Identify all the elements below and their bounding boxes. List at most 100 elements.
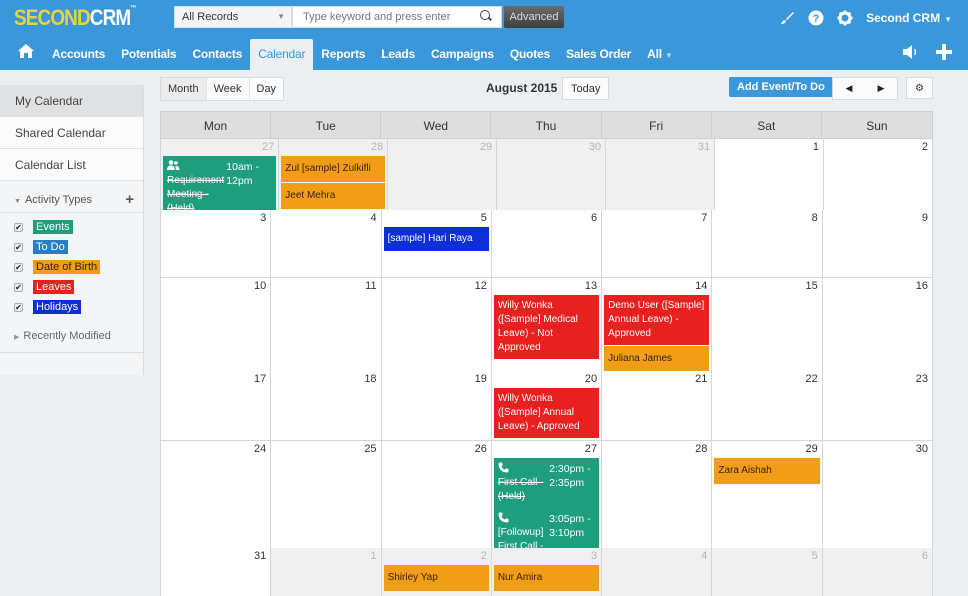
calendar-day-cell[interactable]: 21 — [602, 371, 713, 441]
advanced-search-button[interactable]: Advanced — [504, 6, 564, 28]
calendar-day-cell[interactable]: 31 — [606, 139, 716, 221]
calendar-event[interactable]: Zara Aishah — [714, 458, 820, 484]
calendar-day-cell[interactable]: 1 — [271, 548, 382, 596]
calendar-day-cell[interactable]: 15 — [712, 278, 823, 373]
day-number[interactable]: 7 — [602, 210, 711, 226]
day-number[interactable]: 18 — [271, 371, 380, 387]
nav-all-menu[interactable]: All ▼ — [639, 39, 680, 70]
calendar-day-cell[interactable]: 9 — [822, 210, 933, 278]
calendar-day-cell[interactable]: 11 — [271, 278, 382, 373]
calendar-day-cell[interactable]: 17 — [161, 371, 272, 441]
view-week-button[interactable]: Week — [207, 78, 250, 100]
checkbox-leaves[interactable]: ✔ — [14, 282, 23, 292]
day-number[interactable]: 9 — [823, 210, 932, 226]
next-month-button[interactable]: ▶ — [865, 78, 897, 99]
day-number[interactable]: 14 — [602, 278, 711, 294]
checkbox-date-of-birth[interactable]: ✔ — [14, 262, 23, 272]
day-number[interactable]: 8 — [712, 210, 821, 226]
calendar-day-cell[interactable]: 14 Demo User ([Sample] Annual Leave) - Ap… — [602, 278, 713, 373]
calendar-day-cell[interactable]: 5 — [712, 548, 823, 596]
calendar-day-cell[interactable]: 10 — [161, 278, 272, 373]
calendar-day-cell[interactable]: 31 — [161, 548, 272, 596]
calendar-day-cell[interactable]: 3 — [161, 210, 272, 278]
day-number[interactable]: 20 — [492, 371, 601, 387]
calendar-day-cell[interactable]: 5 [sample] Hari Raya — [381, 210, 492, 278]
calendar-event[interactable]: [sample] Hari Raya — [383, 227, 489, 251]
day-number[interactable]: 13 — [492, 278, 601, 294]
day-number[interactable]: 23 — [823, 371, 932, 387]
nav-sales-order[interactable]: Sales Order — [558, 39, 639, 70]
calendar-day-cell[interactable]: 6 — [491, 210, 603, 278]
activity-types-header[interactable]: ▼ Activity Types + — [0, 181, 143, 213]
calendar-day-cell[interactable]: 1 — [715, 139, 825, 221]
calendar-day-cell[interactable]: 6 — [822, 548, 933, 596]
nav-contacts[interactable]: Contacts — [184, 39, 250, 70]
calendar-day-cell[interactable]: 16 — [822, 278, 933, 373]
day-number[interactable]: 28 — [602, 441, 711, 457]
day-number[interactable]: 28 — [279, 139, 387, 155]
calendar-event[interactable]: Demo User ([Sample] Annual Leave) - Appr… — [604, 295, 710, 345]
day-number[interactable]: 30 — [823, 441, 932, 457]
help-icon[interactable]: ? — [808, 10, 824, 26]
calendar-day-cell[interactable]: 30 — [497, 139, 607, 221]
search-scope-select[interactable]: All Records ▼ — [174, 6, 292, 28]
calendar-day-cell[interactable]: 20 Willy Wonka ([Sample] Annual Leave) - … — [491, 371, 603, 441]
calendar-event[interactable]: Willy Wonka ([Sample] Medical Leave) - N… — [493, 295, 600, 359]
calendar-day-cell[interactable]: 12 — [381, 278, 492, 373]
day-number[interactable]: 4 — [271, 210, 380, 226]
checkbox-todo[interactable]: ✔ — [14, 242, 23, 252]
day-number[interactable]: 1 — [715, 139, 823, 155]
search-icon[interactable] — [480, 10, 490, 20]
prev-month-button[interactable]: ◀ — [833, 78, 865, 99]
nav-reports[interactable]: Reports — [313, 39, 373, 70]
calendar-day-cell[interactable]: 8 — [712, 210, 823, 278]
calendar-day-cell[interactable]: 29 — [388, 139, 498, 221]
view-month-button[interactable]: Month — [161, 78, 207, 100]
calendar-event[interactable]: Shirley Yap — [383, 565, 489, 591]
add-activity-type-icon[interactable]: + — [125, 181, 134, 219]
day-number[interactable]: 30 — [497, 139, 605, 155]
day-number[interactable]: 25 — [271, 441, 380, 457]
add-event-todo-button[interactable]: Add Event/To Do — [729, 77, 833, 97]
calendar-event[interactable]: Juliana James — [604, 346, 710, 372]
nav-calendar[interactable]: Calendar — [250, 39, 314, 70]
nav-home[interactable] — [0, 39, 44, 70]
calendar-settings-button[interactable]: ⚙ — [906, 77, 933, 99]
day-number[interactable]: 22 — [712, 371, 821, 387]
view-day-button[interactable]: Day — [250, 78, 284, 100]
calendar-day-cell[interactable]: 2 Shirley Yap — [381, 548, 492, 596]
day-number[interactable]: 29 — [712, 441, 821, 457]
search-input[interactable] — [292, 6, 502, 28]
calendar-day-cell[interactable]: 7 — [602, 210, 713, 278]
nav-leads[interactable]: Leads — [373, 39, 423, 70]
sidebar-item-my-calendar[interactable]: My Calendar — [0, 85, 143, 117]
day-number[interactable]: 27 — [492, 441, 601, 457]
calendar-day-cell[interactable]: 2 — [824, 139, 933, 221]
today-button[interactable]: Today — [562, 77, 610, 100]
day-number[interactable]: 12 — [382, 278, 491, 294]
day-number[interactable]: 10 — [161, 278, 270, 294]
day-number[interactable]: 27 — [161, 139, 278, 155]
calendar-day-cell[interactable]: 19 — [381, 371, 492, 441]
gear-icon[interactable] — [837, 10, 853, 26]
day-number[interactable]: 4 — [602, 548, 711, 564]
day-number[interactable]: 3 — [492, 548, 601, 564]
user-menu[interactable]: Second CRM ▼ — [866, 11, 952, 25]
day-number[interactable]: 5 — [382, 210, 491, 226]
day-number[interactable]: 6 — [823, 548, 932, 564]
day-number[interactable]: 1 — [271, 548, 380, 564]
day-number[interactable]: 17 — [161, 371, 270, 387]
calendar-event[interactable]: Zul [sample] Zulkifli — [281, 156, 386, 182]
day-number[interactable]: 26 — [382, 441, 491, 457]
paintbrush-icon[interactable] — [779, 10, 795, 26]
day-number[interactable]: 21 — [602, 371, 711, 387]
day-number[interactable]: 31 — [161, 548, 270, 564]
plus-icon[interactable] — [936, 44, 952, 63]
checkbox-events[interactable]: ✔ — [14, 222, 23, 232]
day-number[interactable]: 31 — [606, 139, 714, 155]
day-number[interactable]: 24 — [161, 441, 270, 457]
calendar-day-cell[interactable]: 22 — [712, 371, 823, 441]
day-number[interactable]: 11 — [271, 278, 380, 294]
sidebar-item-calendar-list[interactable]: Calendar List — [0, 149, 143, 181]
calendar-day-cell[interactable]: 4 — [602, 548, 713, 596]
